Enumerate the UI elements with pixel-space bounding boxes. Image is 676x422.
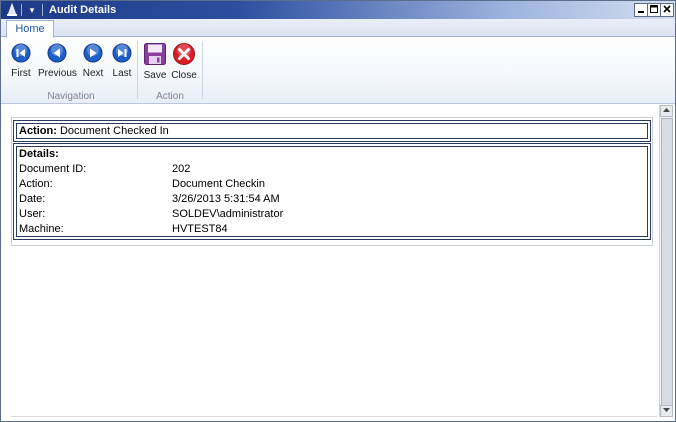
audit-details-window: ▾ Audit Details Home First Previous Next… bbox=[0, 0, 676, 422]
detail-key: Machine: bbox=[19, 223, 64, 235]
minimize-button[interactable] bbox=[634, 3, 648, 17]
window-close-button[interactable] bbox=[660, 3, 674, 17]
first-button[interactable]: First bbox=[7, 41, 35, 79]
scroll-down-button[interactable] bbox=[660, 405, 673, 417]
title-bar: ▾ Audit Details bbox=[1, 1, 675, 19]
detail-value: 3/26/2013 5:31:54 AM bbox=[172, 193, 280, 205]
last-label: Last bbox=[112, 68, 132, 79]
quick-access-dropdown-icon[interactable]: ▾ bbox=[26, 3, 38, 17]
scroll-thumb[interactable] bbox=[661, 118, 673, 406]
previous-label: Previous bbox=[38, 68, 77, 79]
navigation-group-label: Navigation bbox=[47, 91, 95, 102]
tab-home[interactable]: Home bbox=[6, 20, 54, 38]
minimize-icon bbox=[638, 11, 644, 13]
detail-key: User: bbox=[19, 208, 46, 220]
horizontal-divider bbox=[11, 416, 657, 417]
scroll-down-icon bbox=[663, 408, 670, 412]
action-group-label: Action bbox=[156, 91, 184, 102]
previous-icon bbox=[47, 43, 67, 63]
save-button[interactable]: Save bbox=[142, 40, 168, 81]
detail-key: Date: bbox=[19, 193, 46, 205]
detail-key: Action: bbox=[19, 178, 53, 190]
vertical-scrollbar[interactable] bbox=[659, 105, 673, 417]
first-icon bbox=[11, 43, 31, 63]
close-button[interactable]: Close bbox=[171, 40, 197, 81]
save-icon bbox=[144, 43, 166, 65]
last-icon bbox=[112, 43, 132, 63]
detail-value: HVTEST84 bbox=[172, 223, 228, 235]
ribbon-group-separator bbox=[137, 41, 138, 99]
close-label: Close bbox=[171, 70, 197, 81]
title-separator bbox=[42, 4, 43, 16]
action-box: Action: Document Checked In bbox=[13, 120, 651, 142]
detail-value: 202 bbox=[172, 163, 191, 175]
ribbon-tab-row bbox=[1, 19, 675, 37]
close-icon bbox=[173, 43, 195, 65]
detail-value: SOLDEV\administrator bbox=[172, 208, 284, 220]
ribbon: First Previous Next Last Navigation Save… bbox=[1, 37, 675, 104]
window-title: Audit Details bbox=[49, 4, 117, 16]
previous-button[interactable]: Previous bbox=[38, 41, 77, 79]
details-box: Details: Document ID: 202 Action: Docume… bbox=[13, 143, 651, 240]
maximize-button[interactable] bbox=[647, 3, 661, 17]
save-label: Save bbox=[143, 70, 167, 81]
scroll-up-icon bbox=[663, 108, 670, 112]
last-button[interactable]: Last bbox=[109, 41, 135, 79]
ribbon-group-separator bbox=[202, 41, 203, 99]
title-separator bbox=[21, 4, 22, 16]
scroll-up-button[interactable] bbox=[660, 105, 673, 117]
next-icon bbox=[83, 43, 103, 63]
detail-key: Document ID: bbox=[19, 163, 87, 175]
app-icon[interactable] bbox=[4, 2, 20, 18]
detail-value: Document Checkin bbox=[172, 178, 265, 190]
action-summary: Action: Document Checked In bbox=[19, 125, 169, 138]
action-summary-label: Action: bbox=[19, 125, 57, 137]
maximize-icon bbox=[650, 5, 658, 13]
details-title: Details: bbox=[19, 148, 59, 160]
next-button[interactable]: Next bbox=[80, 41, 106, 79]
first-label: First bbox=[11, 68, 31, 79]
window-close-icon bbox=[663, 5, 671, 13]
action-summary-value: Document Checked In bbox=[59, 125, 169, 137]
next-label: Next bbox=[82, 68, 104, 79]
